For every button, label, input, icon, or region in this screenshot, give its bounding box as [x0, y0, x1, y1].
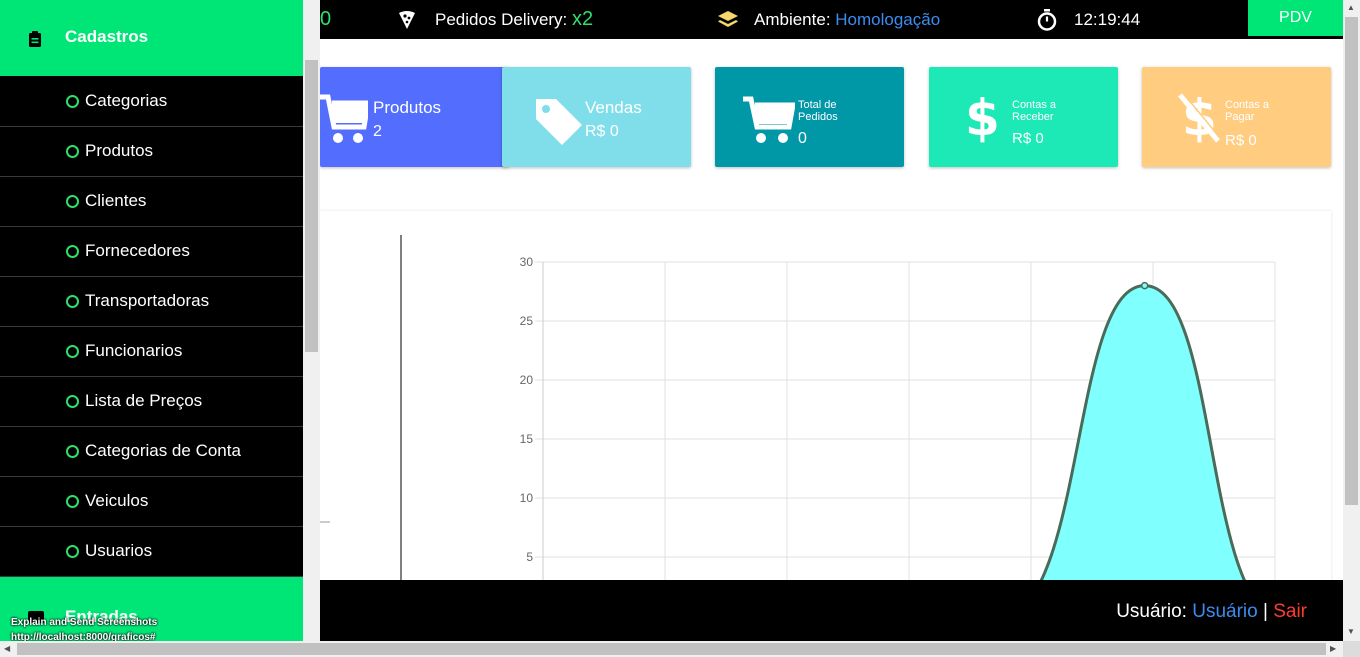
sidebar-item-clientes[interactable]: Clientes	[0, 177, 303, 227]
sidebar-section-title: Cadastros	[65, 27, 149, 46]
sidebar-item-label: Produtos	[85, 141, 154, 160]
overlay-caption: Explain and Send Screenshots	[11, 617, 158, 628]
card-value: R$ 0	[1225, 132, 1257, 149]
card-contas-pagar[interactable]: $ Contas a Pagar R$ 0	[1142, 67, 1331, 167]
card-value: 0	[798, 130, 807, 147]
scrollbar-corner	[1343, 641, 1360, 657]
pizza-icon	[399, 10, 415, 29]
scroll-down-arrow[interactable]: ▼	[1347, 627, 1355, 636]
sidebar-item-lista-de-pre-os[interactable]: Lista de Preços	[0, 377, 303, 427]
footer: Usuário: Usuário | Sair	[303, 580, 1343, 641]
user-link[interactable]: Usuário	[1192, 601, 1257, 622]
y-tick-label: 5	[526, 550, 533, 564]
sidebar-item-label: Clientes	[85, 191, 147, 210]
card-value: R$ 0	[1012, 130, 1044, 147]
card-title: Total de Pedidos	[798, 99, 838, 123]
circle-icon	[66, 195, 79, 208]
sidebar-item-produtos[interactable]: Produtos	[0, 127, 303, 177]
separator: |	[1257, 601, 1274, 622]
clipboard-icon	[29, 31, 41, 47]
page-vertical-scrollbar[interactable]: ▲ ▼	[1343, 0, 1360, 641]
sidebar-item-label: Usuarios	[85, 541, 153, 560]
environment-status: Ambiente: Homologação	[717, 0, 940, 39]
scroll-right-arrow[interactable]: ▶	[1330, 644, 1336, 653]
sidebar-item-label: Lista de Preços	[85, 391, 203, 410]
card-produtos[interactable]: Produtos 2	[320, 67, 509, 167]
vertical-scrollbar-thumb[interactable]	[1345, 17, 1358, 505]
delivery-label: Pedidos Delivery:	[435, 9, 573, 29]
card-value: R$ 0	[585, 123, 619, 140]
area-chart: 5 10 15 20 25 30	[320, 235, 1276, 618]
stopwatch-icon	[1037, 8, 1057, 31]
card-vendas[interactable]: Vendas R$ 0	[502, 67, 691, 167]
sidebar-item-categorias[interactable]: Categorias	[0, 77, 303, 127]
sidebar-scrollbar[interactable]	[303, 0, 320, 641]
partial-counter: 0	[320, 0, 331, 39]
circle-icon	[66, 95, 79, 108]
dollar-icon: $	[965, 89, 1000, 147]
y-tick-label: 15	[520, 432, 534, 446]
y-tick-label: 30	[520, 255, 534, 269]
clock: 12:19:44	[1037, 0, 1140, 39]
logout-link[interactable]: Sair	[1273, 601, 1307, 622]
tag-icon	[536, 99, 582, 145]
environment-value[interactable]: Homologação	[835, 10, 940, 30]
circle-icon	[66, 395, 79, 408]
environment-label: Ambiente:	[754, 9, 836, 29]
chart-panel: 5 10 15 20 25 30	[320, 211, 1331, 618]
sidebar: Cadastros Categorias Produtos Clientes Forn…	[0, 0, 303, 643]
partial-counter-value: 0	[320, 8, 332, 30]
cart-icon	[320, 94, 368, 143]
page-horizontal-scrollbar[interactable]: ◀ ▶	[0, 641, 1343, 657]
circle-icon	[66, 295, 79, 308]
y-tick-label: 10	[520, 491, 534, 505]
sidebar-item-transportadoras[interactable]: Transportadoras	[0, 277, 303, 327]
clock-time: 12:19:44	[1074, 9, 1141, 29]
circle-icon	[66, 245, 79, 258]
sidebar-item-label: Funcionarios	[85, 341, 183, 360]
card-title: Contas a Pagar	[1225, 99, 1270, 123]
user-label: Usuário:	[1116, 601, 1193, 622]
card-total-pedidos[interactable]: Total de Pedidos 0	[715, 67, 904, 167]
main-content: Produtos 2 Vendas R$ 0 Total de Pedidos …	[303, 39, 1343, 618]
card-title: Produtos	[373, 98, 442, 117]
sidebar-item-label: Categorias de Conta	[85, 441, 241, 460]
y-tick-label: 20	[520, 373, 534, 387]
circle-icon	[66, 445, 79, 458]
sidebar-item-label: Categorias	[85, 91, 168, 110]
card-title: Contas a Receber	[1012, 99, 1057, 123]
sidebar-item-label: Veiculos	[85, 491, 149, 510]
scroll-up-arrow[interactable]: ▲	[1347, 3, 1355, 12]
cart-icon	[743, 96, 795, 143]
card-contas-receber[interactable]: $ Contas a Receber R$ 0	[929, 67, 1118, 167]
user-line: Usuário: Usuário | Sair	[1116, 601, 1307, 623]
area-series	[1006, 284, 1276, 618]
circle-icon	[66, 495, 79, 508]
sidebar-item-veiculos[interactable]: Veiculos	[0, 477, 303, 527]
sidebar-item-label: Transportadoras	[85, 291, 210, 310]
sidebar-section-cadastros[interactable]: Cadastros	[0, 0, 303, 76]
card-value: 2	[373, 123, 382, 140]
sidebar-item-categorias-de-conta[interactable]: Categorias de Conta	[0, 427, 303, 477]
card-title: Vendas	[585, 98, 642, 117]
horizontal-scrollbar-thumb[interactable]	[17, 643, 1326, 655]
circle-icon	[66, 545, 79, 558]
sidebar-scrollbar-thumb[interactable]	[305, 60, 318, 352]
sidebar-item-funcionarios[interactable]: Funcionarios	[0, 327, 303, 377]
sidebar-item-label: Fornecedores	[85, 241, 190, 260]
circle-icon	[66, 145, 79, 158]
data-point[interactable]	[1140, 281, 1149, 290]
scroll-left-arrow[interactable]: ◀	[4, 644, 10, 653]
layers-icon	[718, 10, 738, 27]
dollar-off-icon: $	[1178, 89, 1222, 147]
circle-icon	[66, 345, 79, 358]
sidebar-item-fornecedores[interactable]: Fornecedores	[0, 227, 303, 277]
sidebar-item-usuarios[interactable]: Usuarios	[0, 527, 303, 577]
pdv-button[interactable]: PDV	[1248, 0, 1343, 36]
y-tick-label: 25	[520, 314, 534, 328]
delivery-status: Pedidos Delivery: x2	[397, 0, 593, 39]
delivery-value: x2	[572, 8, 594, 30]
